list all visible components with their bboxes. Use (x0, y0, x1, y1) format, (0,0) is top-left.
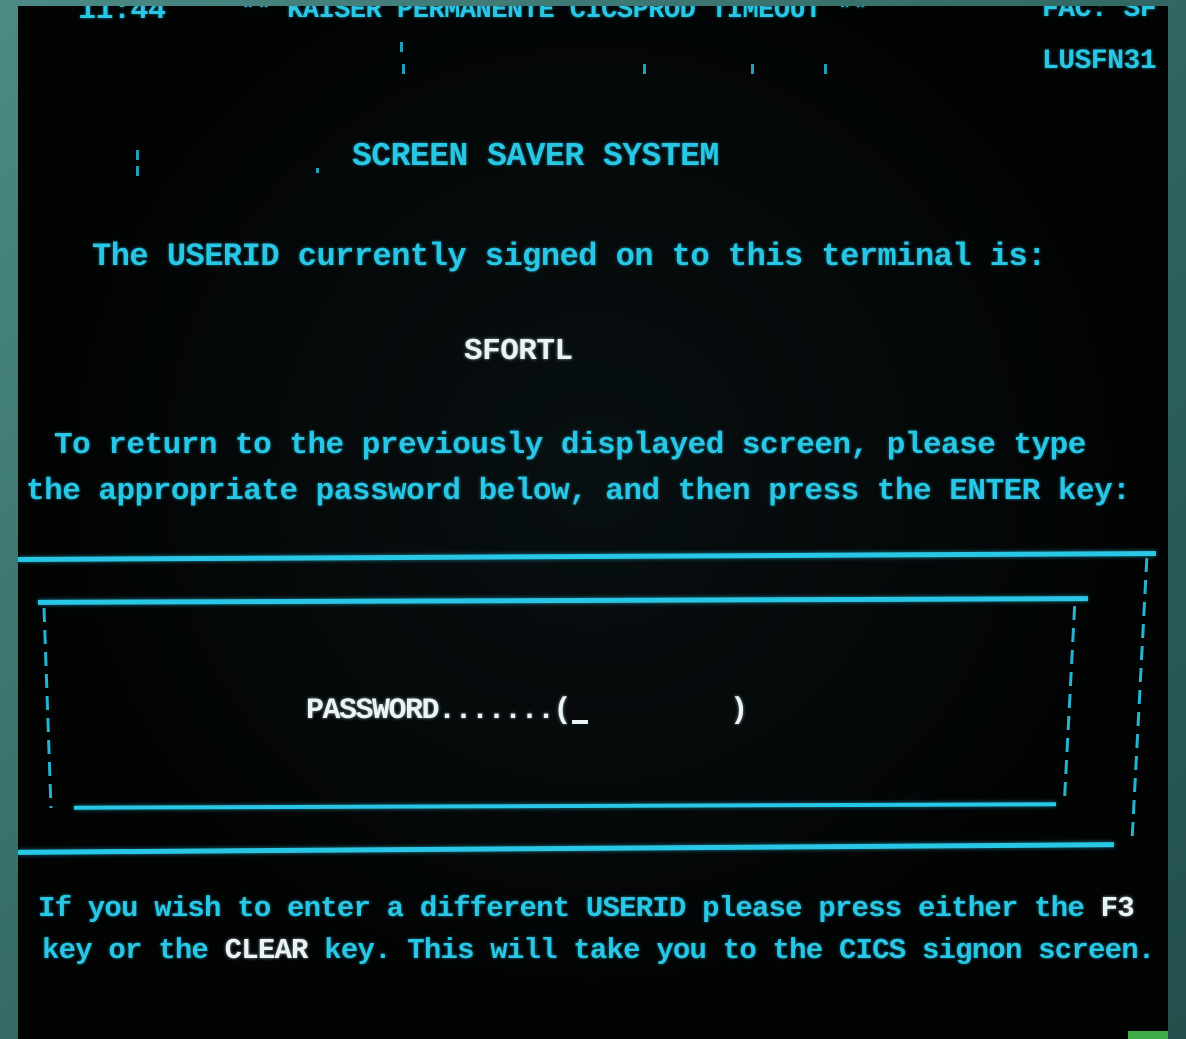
footer-line-2-text-b: key. This will take you to the CICS sign… (307, 934, 1155, 967)
terminal-screen: 11:44 ** KAISER PERMANENTE CICSPROD TIME… (18, 6, 1168, 1039)
password-close-paren: ) (730, 694, 748, 728)
footer-line-2-text-a: key or the (42, 934, 225, 967)
outer-box-top-border (18, 551, 1157, 562)
password-label: PASSWORD....... (306, 694, 555, 728)
clear-key-label: CLEAR (224, 934, 309, 967)
screen-artifact (751, 64, 754, 74)
screen-artifact (136, 166, 139, 176)
header-lu: LUSFN31 (1042, 46, 1157, 77)
instruction-line-2: the appropriate password below, and then… (26, 474, 1131, 509)
outer-box-right-border (1130, 558, 1149, 838)
inner-box-left-border (42, 608, 53, 808)
footer-line-1: If you wish to enter a different USERID … (38, 892, 1135, 925)
header-time: 11:44 (78, 6, 166, 28)
screen-artifact (643, 64, 646, 74)
footer-line-2: key or the CLEAR key. This will take you… (42, 934, 1155, 967)
f3-key-label: F3 (1100, 892, 1135, 925)
text-cursor (572, 720, 589, 724)
inner-box-bottom-border (73, 802, 1057, 810)
screen-artifact (824, 64, 827, 74)
userid-value: SFORTL (464, 334, 573, 369)
footer-line-1-text: If you wish to enter a different USERID … (38, 892, 1101, 925)
password-row: PASSWORD.......() (306, 694, 748, 728)
inner-box-top-border (37, 596, 1089, 605)
screen-artifact (402, 64, 405, 74)
status-strip (1128, 1031, 1168, 1039)
screen-artifact (136, 150, 139, 160)
header-fac: FAC: SF (1042, 6, 1157, 25)
inner-box-right-border (1062, 606, 1077, 802)
screen-artifact (316, 168, 319, 173)
password-input[interactable] (570, 694, 730, 728)
instruction-line-1: To return to the previously displayed sc… (54, 428, 1086, 463)
userid-prompt: The USERID currently signed on to this t… (92, 238, 1046, 275)
outer-box-bottom-border (18, 842, 1115, 855)
page-title: SCREEN SAVER SYSTEM (352, 138, 719, 175)
password-open-paren: ( (553, 694, 572, 728)
screen-artifact (400, 42, 403, 52)
header-banner: ** KAISER PERMANENTE CICSPROD TIMEOUT ** (240, 6, 869, 26)
